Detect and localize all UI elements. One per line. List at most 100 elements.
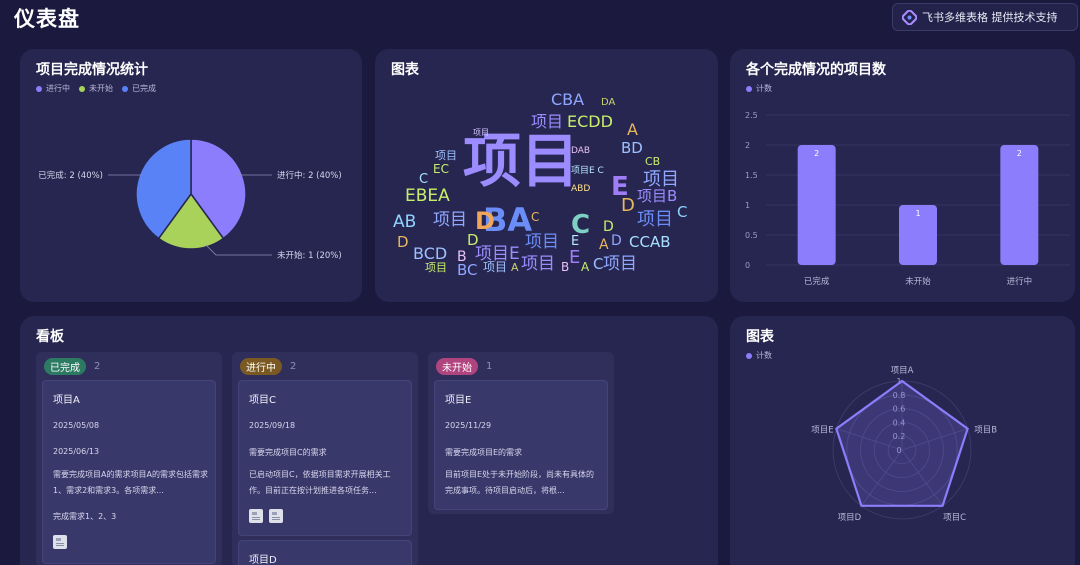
bar-data-label: 2 [1017, 149, 1022, 158]
radar-axis-label: 项目A [891, 366, 914, 376]
pie-label-done: 已完成: 2 (40%) [38, 170, 103, 181]
wc-word: 项目 [603, 254, 637, 274]
wc-word: C [677, 203, 687, 221]
bar-y-tick: 2.5 [745, 111, 758, 120]
bar-y-tick: 0.5 [745, 231, 758, 240]
wc-word: 项目 [637, 209, 673, 230]
wc-word: C [531, 210, 539, 224]
bar-chart: 2.5 2 1.5 1 0.5 0 2 已完成 1 未开始 2 进行中 [745, 111, 1070, 287]
attachment-thumbnail-icon[interactable] [269, 509, 283, 523]
radar-chart-card: 图表 计数 00.20.40.60.81项目A项目B项目C项目D项目E [730, 316, 1075, 565]
wc-word: 项目 [433, 210, 467, 230]
column-header: 已完成 2 [44, 358, 100, 375]
card-date: 2025/11/29 [445, 421, 492, 430]
radar-axis-label: 项目E [811, 426, 833, 436]
card-date: 2025/05/08 [53, 421, 100, 430]
wc-word: A [511, 261, 519, 274]
wc-word: BD [621, 139, 643, 157]
card-title: 项目C [249, 395, 276, 406]
wc-word: DA [601, 97, 616, 108]
status-tag: 未开始 [436, 358, 478, 375]
support-text: 飞书多维表格 提供技术支持 [922, 11, 1058, 24]
pie-leader-line [205, 244, 272, 256]
wc-word: 项目 [525, 232, 559, 252]
column-header: 未开始 1 [436, 358, 492, 375]
kanban-card-item[interactable]: 项目D [238, 540, 412, 565]
wc-word: 项目E C [571, 165, 604, 176]
card-date: 2025/09/18 [249, 421, 296, 430]
pie-label-not-started: 未开始: 1 (20%) [277, 250, 342, 261]
bar [1000, 145, 1039, 265]
kanban-card-item[interactable]: 项目E 2025/11/29 需要完成项目E的需求 目前项目E处于未开始阶段，尚… [434, 380, 608, 510]
kanban-card: 看板 已完成 2 项目A 2025/05/08 2025/06/13 需要完成项… [20, 316, 718, 565]
kanban-column-not-started: 未开始 1 项目E 2025/11/29 需要完成项目E的需求 目前项目E处于未… [428, 352, 614, 514]
card-title: 项目E [445, 395, 472, 406]
column-header: 进行中 2 [240, 358, 296, 375]
wc-word: 项目 [483, 260, 507, 274]
wc-word: E [569, 247, 580, 268]
kanban-column-in-progress: 进行中 2 项目C 2025/09/18 需要完成项目C的需求 已启动项目C，依… [232, 352, 418, 565]
kanban-title: 看板 [36, 329, 64, 345]
wc-word: CB [645, 155, 660, 168]
wc-word: D [611, 233, 622, 249]
card-title: 项目D [249, 555, 277, 565]
pie-chart: 进行中: 2 (40%) 未开始: 1 (20%) 已完成: 2 (40%) [38, 138, 342, 261]
wc-word: 项目 [521, 254, 555, 274]
wc-word: DAB [571, 146, 590, 156]
wc-word: AB [393, 212, 416, 232]
bar-y-tick: 0 [745, 261, 750, 270]
card-description: 目前项目E处于未开始阶段，尚未有具体的完成事项。待项目启动后，将根... [445, 470, 595, 495]
bar-data-label: 1 [915, 209, 920, 218]
attachment-thumbnail-icon[interactable] [249, 509, 263, 523]
wc-word: 项目 [531, 112, 563, 131]
wc-word: A [599, 237, 609, 253]
feishu-logo-icon [902, 9, 917, 25]
radar-axis-label: 项目D [838, 513, 862, 523]
column-count: 2 [290, 361, 297, 372]
bar-x-tick: 已完成 [804, 276, 830, 287]
bar-chart-card: 各个完成情况的项目数 计数 2.5 2 1.5 1 0.5 0 2 已完成 1 未开始 2 进行中 [730, 49, 1075, 302]
support-badge[interactable]: 飞书多维表格 提供技术支持 [892, 3, 1078, 31]
card-note: 完成需求1、2、3 [53, 512, 117, 521]
wordcloud-card: 图表 项目 BA C E D CBA DA 项目 ECDD A BD DAB 项… [375, 49, 718, 302]
bar-y-tick: 2 [745, 141, 750, 150]
card-description: 已启动项目C，依据项目需求开展相关工作。目前正在按计划推进各项任务... [249, 470, 391, 495]
wc-word: CBA [551, 90, 584, 109]
bar-data-label: 2 [814, 149, 819, 158]
wc-word: ABD [571, 184, 590, 194]
wc-word: CCAB [629, 233, 671, 251]
bar-y-tick: 1.5 [745, 171, 758, 180]
kanban-card-item[interactable]: 项目C 2025/09/18 需要完成项目C的需求 已启动项目C，依据项目需求开… [238, 380, 412, 536]
radar-axis-label: 项目B [974, 426, 997, 436]
card-subtitle: 需要完成项目C的需求 [249, 448, 327, 457]
wc-word: D [603, 219, 614, 235]
attachment-thumbnail-icon[interactable] [53, 535, 67, 549]
column-count: 2 [94, 361, 101, 372]
bar-y-tick: 1 [745, 201, 750, 210]
bar [797, 145, 836, 265]
wc-word: 项目 [435, 149, 457, 162]
wc-word: 项目B [637, 187, 677, 205]
wc-word: EBEA [405, 186, 450, 206]
bar-x-tick: 进行中 [1007, 276, 1033, 287]
pie-chart-card: 项目完成情况统计 进行中 未开始 已完成 进行中: 2 (40%) 未开始: 1 … [20, 49, 362, 302]
status-tag: 已完成 [44, 358, 86, 375]
wc-word: C [593, 255, 603, 273]
card-title: 项目A [53, 395, 80, 406]
wc-word: E [571, 234, 579, 249]
radar-series-area [835, 379, 969, 507]
bar-x-tick: 未开始 [905, 276, 931, 287]
status-tag: 进行中 [240, 358, 282, 375]
kanban-column-done: 已完成 2 项目A 2025/05/08 2025/06/13 需要完成项目A的… [36, 352, 222, 565]
kanban-card-item[interactable]: 项目A 2025/05/08 2025/06/13 需要完成项目A的需求项目A的… [42, 380, 216, 564]
card-description: 需要完成项目A的需求项目A的需求包括需求1、需求2和需求3。各项需求... [53, 470, 208, 495]
wc-word: 项目 [473, 128, 489, 137]
wc-word: BC [457, 261, 478, 279]
wc-word: D [397, 233, 409, 251]
radar-axis-label: 项目C [943, 513, 966, 523]
card-subtitle: 需要完成项目E的需求 [445, 448, 523, 457]
wc-word: A [627, 120, 638, 139]
wc-word: 项目 [425, 261, 447, 274]
radar-chart: 00.20.40.60.81项目A项目B项目C项目D项目E [811, 366, 997, 523]
wc-word: ECDD [567, 112, 613, 131]
